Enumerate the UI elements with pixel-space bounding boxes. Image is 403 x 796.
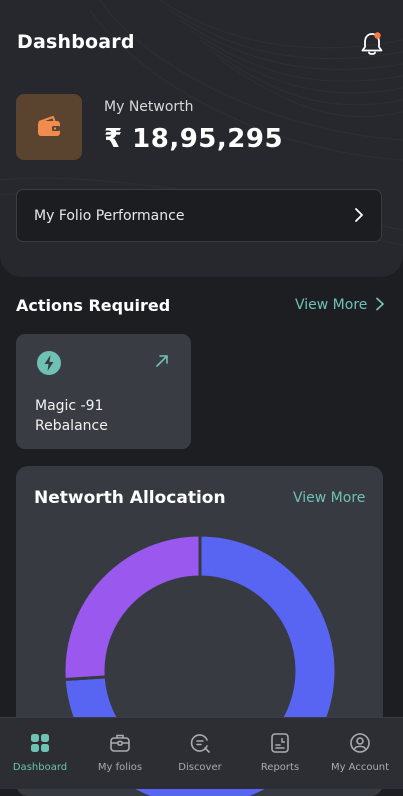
nav-my-folios[interactable]: My folios <box>80 718 160 789</box>
actions-view-more-label: View More <box>295 297 368 313</box>
networth-value: ₹ 18,95,295 <box>104 124 284 154</box>
nav-reports-label: Reports <box>260 762 300 773</box>
wallet-badge <box>16 94 82 160</box>
nav-dashboard-label: Dashboard <box>12 762 68 773</box>
chevron-right-icon <box>375 297 384 311</box>
chevron-right-icon <box>355 208 363 222</box>
notifications-button[interactable] <box>358 30 386 58</box>
nav-my-account-label: My Account <box>330 762 390 773</box>
nav-discover-label: Discover <box>178 762 222 773</box>
actions-view-more-link[interactable]: View More <box>295 297 385 313</box>
discover-search-icon <box>190 734 210 753</box>
dashboard-grid-icon <box>31 734 49 752</box>
nav-dashboard[interactable]: Dashboard <box>0 718 80 789</box>
arrow-up-right-icon <box>156 355 168 367</box>
briefcase-icon <box>110 734 130 752</box>
nav-my-folios-label: My folios <box>97 762 143 773</box>
bell-icon <box>361 32 383 55</box>
report-icon <box>271 733 289 753</box>
wallet-icon <box>38 116 60 136</box>
account-icon <box>350 733 370 753</box>
nav-my-account[interactable]: My Account <box>320 718 400 789</box>
bottom-navigation: Dashboard My folios Discover Reports My … <box>0 717 403 789</box>
networth-header-panel: Dashboard My Networth ₹ 18,95,295 My Fol… <box>0 0 403 277</box>
action-card-rebalance[interactable]: Magic -91 Rebalance <box>16 334 191 449</box>
actions-required-title: Actions Required <box>16 296 171 315</box>
notification-dot <box>374 32 381 39</box>
networth-label: My Networth <box>104 99 194 115</box>
action-card-name: Magic -91 Rebalance <box>35 398 108 434</box>
nav-reports[interactable]: Reports <box>240 718 320 789</box>
page-title: Dashboard <box>17 31 135 53</box>
donut-slice <box>62 533 202 682</box>
nav-discover[interactable]: Discover <box>160 718 240 789</box>
folio-performance-label: My Folio Performance <box>34 208 185 224</box>
lightning-icon <box>37 351 61 375</box>
folio-performance-button[interactable]: My Folio Performance <box>16 189 382 242</box>
